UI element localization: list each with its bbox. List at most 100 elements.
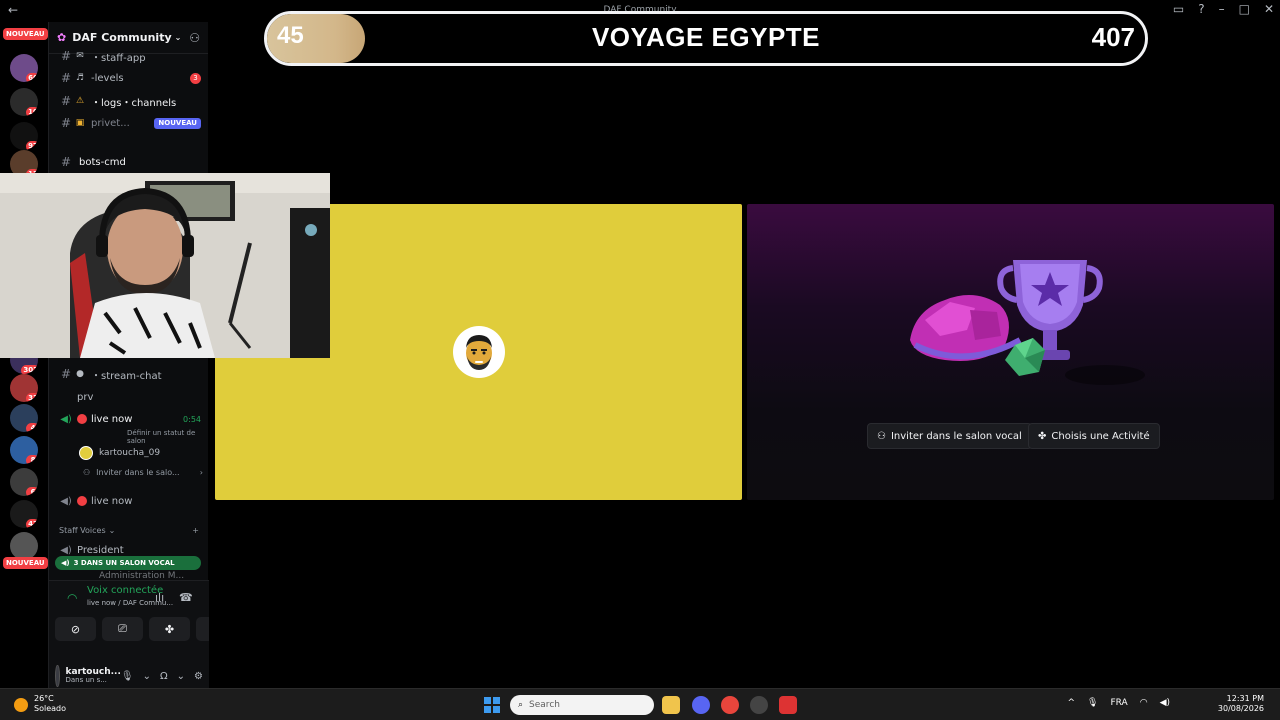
set-channel-status[interactable]: Définir un statut de salon (127, 429, 208, 445)
add-member-icon[interactable]: ⚇ (189, 31, 200, 45)
server-icon[interactable]: 97 (10, 122, 38, 150)
weather-widget[interactable]: 26°C Soleado (34, 694, 66, 713)
server-icon[interactable] (10, 532, 38, 560)
microphone-icon[interactable]: 🎙︎ (1087, 698, 1098, 708)
server-boost-icon: ✿ (57, 31, 67, 44)
user-info[interactable]: kartouch... Dans un s... (65, 667, 121, 685)
taskbar-search[interactable]: ⌕ Search (510, 695, 654, 715)
window-controls: ▭ ? – □ ✕ (1173, 2, 1274, 16)
live-dot-icon (77, 414, 87, 424)
maximize-button[interactable]: □ (1239, 2, 1250, 16)
music-icon: ♬ (75, 73, 85, 83)
screen-share-icon: ⎚ (118, 622, 127, 635)
minimize-button[interactable]: – (1219, 2, 1225, 16)
add-channel-icon[interactable]: + (192, 526, 199, 535)
close-button[interactable]: ✕ (1264, 2, 1274, 16)
voice-user-row[interactable]: kartoucha_09 (79, 446, 160, 460)
volume-icon[interactable]: ◀) (1160, 698, 1170, 708)
chevron-down-icon: ⌄ (174, 33, 182, 42)
webcam-overlay (0, 173, 330, 358)
chevron-right-icon: › (199, 468, 203, 477)
channel-privet[interactable]: # ▣ privet... NOUVEAU (49, 113, 209, 133)
invite-to-voice-button[interactable]: ⚇ Inviter dans le salon vocal (867, 423, 1032, 449)
screen-share-button[interactable]: ⎚ (102, 617, 143, 641)
hash-icon: # (60, 367, 72, 381)
user-panel: kartouch... Dans un s... 🎙︎ ⌄ Ω ⌄ ⚙ (49, 664, 209, 688)
user-status: Dans un s... (65, 676, 107, 685)
inbox-icon[interactable]: ▭ (1173, 2, 1184, 16)
webcam-feed-image (0, 173, 330, 358)
clock[interactable]: 12:31 PM 30/08/2026 (1218, 694, 1264, 715)
windows-start-icon[interactable] (484, 697, 500, 713)
channel-logs[interactable]: # ⚠ ・logs・channels (49, 91, 209, 111)
channel-staff-app[interactable]: # ✉ ・staff-app (49, 46, 209, 66)
activities-icon: ✤ (164, 622, 175, 636)
headphones-icon[interactable]: Ω (160, 671, 168, 682)
server-icon[interactable]: 8 (10, 436, 38, 464)
cartoon-face-icon (454, 327, 504, 377)
file-explorer-icon[interactable] (662, 696, 680, 714)
chevron-down-icon[interactable]: ⌄ (177, 671, 185, 682)
server-icon[interactable]: 33 (10, 374, 38, 402)
obs-icon[interactable] (750, 696, 768, 714)
voice-channel-live-now[interactable]: ◀) live now 0:54 (49, 409, 209, 429)
hash-icon: # (60, 71, 72, 85)
gear-icon[interactable]: ⚙ (194, 671, 203, 682)
server-icon[interactable]: 4 (10, 404, 38, 432)
mention-count-badge: 3 (190, 72, 201, 84)
signal-icon[interactable]: ◠ (67, 591, 77, 605)
speech-bubble-icon: ● (76, 369, 84, 379)
hash-icon: # (60, 155, 72, 169)
live-dot-icon (77, 496, 87, 506)
server-name: DAF Community (72, 31, 172, 44)
system-tray: ^ 🎙︎ FRA ◠ ◀) (1067, 698, 1170, 708)
app-window: ← DAF Community ▭ ? – □ ✕ NOUVEAU 66 10 … (0, 0, 1280, 720)
camera-off-icon: ⊘ (70, 622, 81, 636)
noise-suppression-icon[interactable]: ılı (155, 591, 164, 604)
choose-activity-button[interactable]: ✤ Choisis une Activité (1028, 423, 1160, 449)
participant-avatar (453, 326, 505, 378)
streaming-app-icon[interactable] (779, 696, 797, 714)
activities-icon: ✤ (1038, 430, 1047, 442)
server-icon[interactable]: 10 (10, 88, 38, 116)
invite-to-voice-row[interactable]: ⚇ Inviter dans le salo... › (83, 468, 203, 477)
sun-icon[interactable] (14, 698, 28, 712)
new-tag: NOUVEAU (154, 117, 201, 129)
discord-icon[interactable] (692, 696, 710, 714)
chevron-up-icon[interactable]: ^ (1067, 698, 1075, 708)
voice-status: Voix connectée (87, 585, 164, 596)
chevron-down-icon[interactable]: ⌄ (143, 671, 151, 682)
speaker-icon: ◀) (60, 413, 72, 425)
speaker-icon: ◀) (60, 544, 72, 556)
activities-button[interactable]: ✤ (149, 617, 190, 641)
language-indicator[interactable]: FRA (1110, 698, 1127, 708)
goal-title: VOYAGE EGYPTE (591, 22, 821, 52)
avatar[interactable] (55, 665, 60, 687)
person-add-icon: ⚇ (83, 468, 91, 477)
new-badge-bottom: NOUVEAU (3, 557, 48, 569)
chrome-icon[interactable] (721, 696, 739, 714)
goal-target: 407 (1091, 22, 1135, 52)
voice-timer: 0:54 (183, 414, 201, 424)
channel-stream-chat[interactable]: # ● ・stream-chat (49, 364, 209, 384)
category-staff-voices[interactable]: Staff Voices ⌄ + (59, 526, 199, 535)
lock-icon: ▣ (75, 118, 85, 128)
warning-icon: ⚠ (75, 96, 85, 106)
channel-levels[interactable]: # ♬ -levels 3 (49, 68, 209, 88)
server-icon[interactable]: 6 (10, 468, 38, 496)
speaker-icon: ◀) (60, 495, 72, 507)
server-icon[interactable]: 42 (10, 500, 38, 528)
microphone-icon[interactable]: 🎙︎ (121, 671, 134, 682)
server-icon[interactable]: 66 (10, 54, 38, 82)
wifi-icon[interactable]: ◠ (1140, 698, 1148, 708)
voice-channel-live-now-2[interactable]: ◀) live now (49, 491, 209, 511)
hash-icon: # (60, 94, 72, 108)
channel-bots-cmd[interactable]: # bots-cmd (49, 152, 209, 172)
trophy-illustration-icon (910, 260, 1145, 385)
channel-prv[interactable]: prv (49, 387, 209, 407)
camera-off-button[interactable]: ⊘ (55, 617, 96, 641)
user-controls: 🎙︎ ⌄ Ω ⌄ ⚙ (121, 671, 203, 682)
avatar (79, 446, 93, 460)
disconnect-icon[interactable]: ☎ (179, 591, 193, 604)
help-icon[interactable]: ? (1198, 2, 1204, 16)
